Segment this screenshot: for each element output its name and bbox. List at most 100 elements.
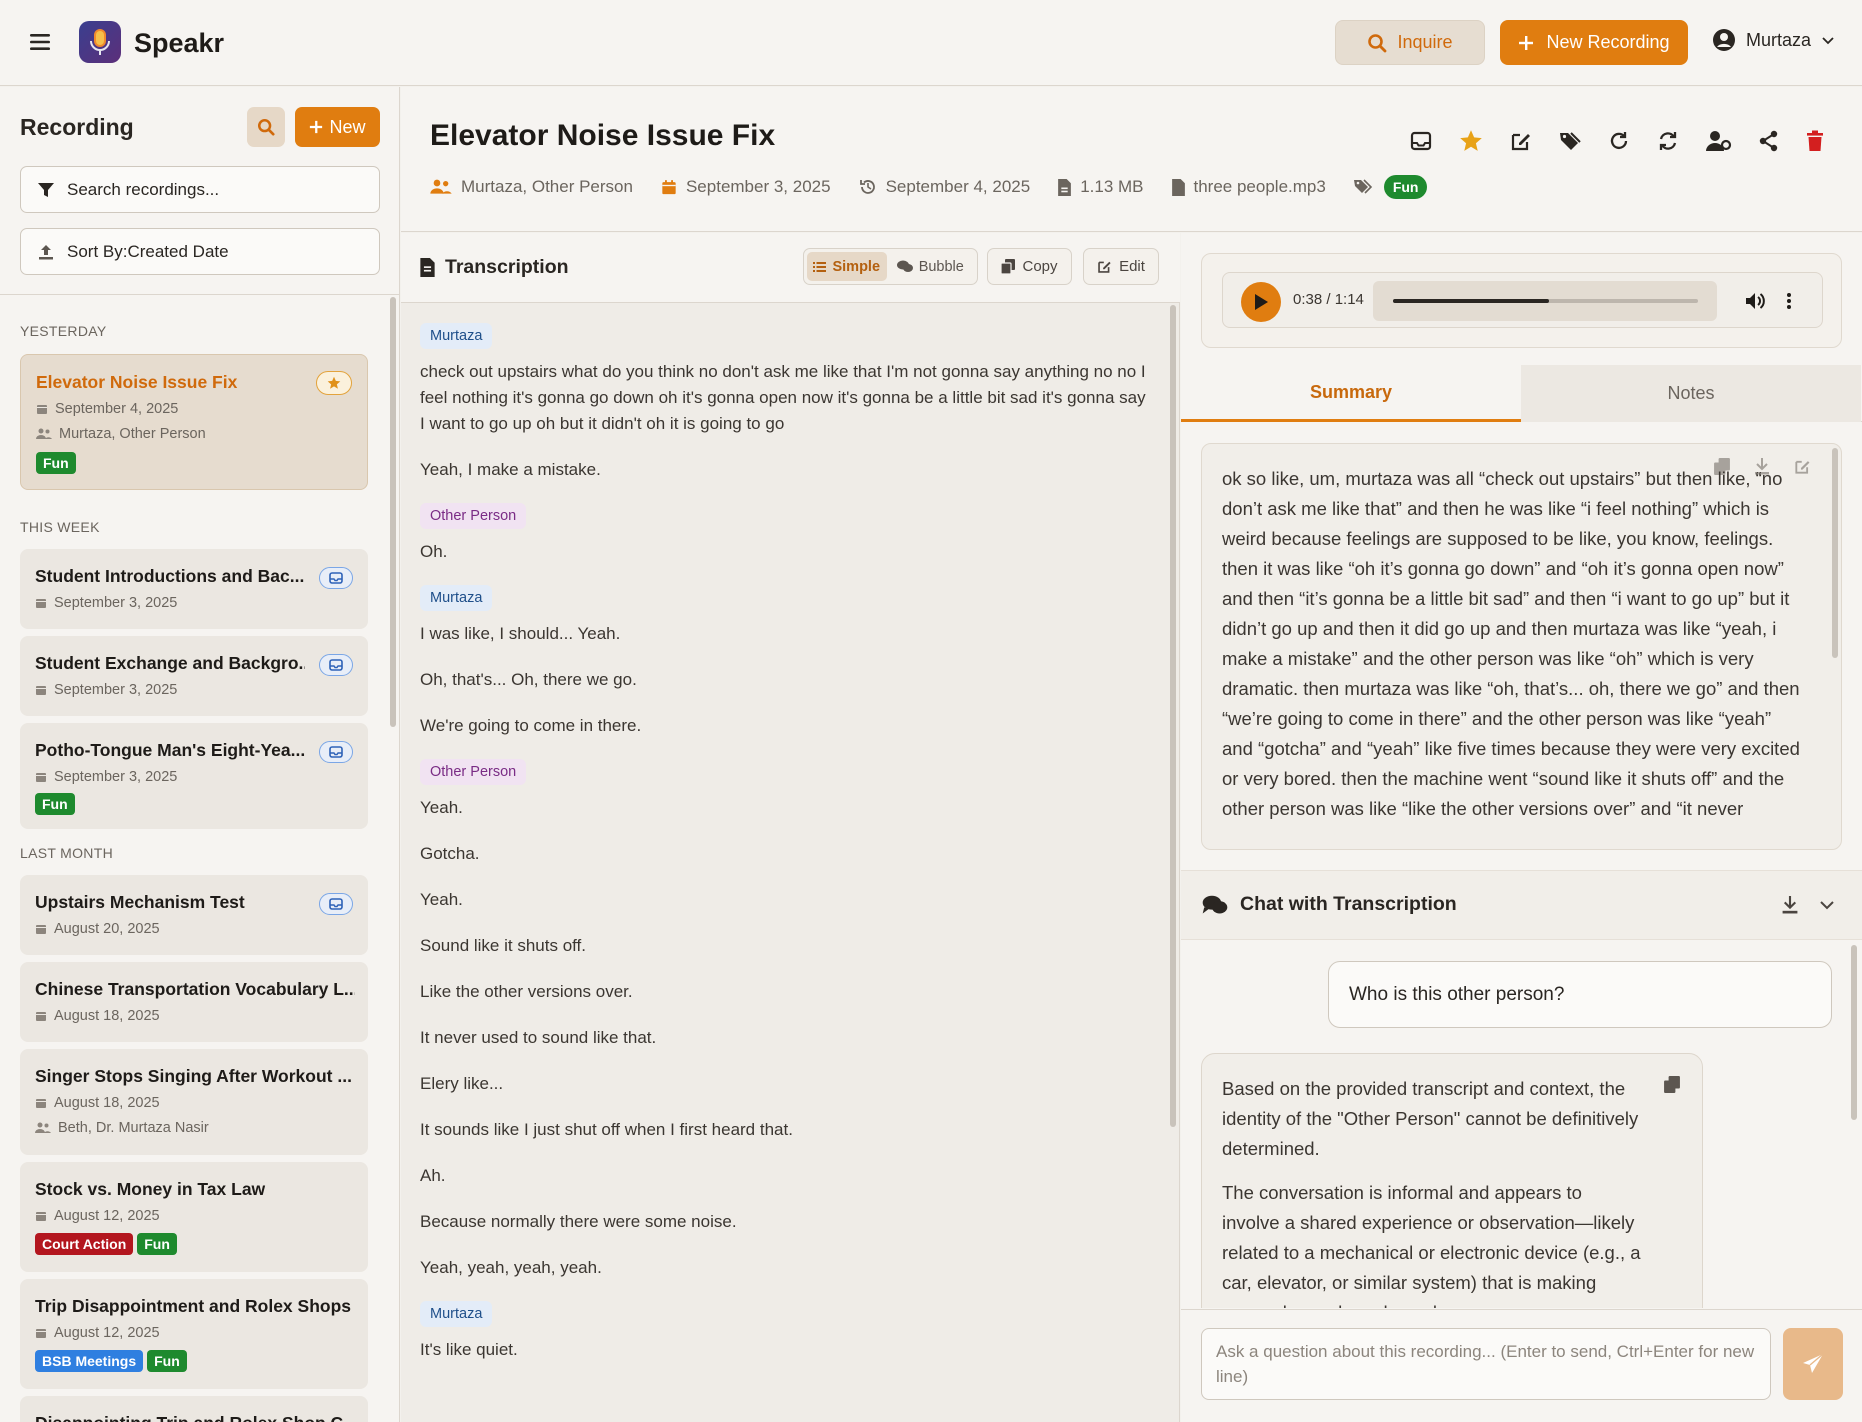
inbox-icon[interactable] [1410, 131, 1432, 151]
sort-label: Sort By:Created Date [67, 241, 229, 261]
view-bubble-button[interactable]: Bubble [887, 252, 974, 281]
tag-court-action[interactable]: Court Action [35, 1233, 134, 1255]
calendar-icon [35, 1097, 47, 1109]
calendar-icon [36, 403, 48, 415]
comments-icon [1202, 895, 1228, 915]
chat-scrollbar[interactable] [1851, 945, 1857, 1120]
inquire-label: Inquire [1397, 32, 1453, 52]
transcription-panel: Transcription Simple Bubble Copy Edit Mu… [401, 233, 1180, 1422]
recording-tags: Fun [35, 793, 79, 815]
tag-fun[interactable]: Fun [147, 1350, 187, 1372]
tag-fun[interactable]: Fun [137, 1233, 177, 1255]
audio-player: 0:38 / 1:14 [1222, 272, 1823, 328]
edit-button[interactable]: Edit [1083, 248, 1159, 285]
view-toggle: Simple Bubble [803, 248, 978, 285]
right-panel: 0:38 / 1:14 Summary Notes ok so like, um… [1181, 233, 1862, 1422]
chat-input-bar: Ask a question about this recording... (… [1181, 1309, 1862, 1422]
sidebar-scrollbar[interactable] [390, 297, 396, 727]
trash-icon[interactable] [1806, 130, 1824, 152]
recording-tags: Court Action Fun [35, 1233, 181, 1255]
summary-box: ok so like, um, murtaza was all “check o… [1201, 443, 1842, 850]
recording-title: Trip Disappointment and Rolex Shops [35, 1296, 351, 1316]
recording-date: August 20, 2025 [35, 921, 160, 937]
user-menu[interactable]: Murtaza [1712, 28, 1835, 52]
list-icon [813, 261, 827, 273]
recording-card[interactable]: Elevator Noise Issue Fix September 4, 20… [20, 354, 368, 490]
tag-icon[interactable] [1559, 130, 1581, 152]
tag-fun[interactable]: Fun [1383, 175, 1428, 199]
calendar-icon [35, 597, 47, 609]
plus-icon [1518, 35, 1534, 51]
recording-card[interactable]: Potho-Tongue Man's Eight-Yea... Septembe… [20, 723, 368, 829]
sort-field[interactable]: Sort By:Created Date [20, 228, 380, 275]
sidebar-search-button[interactable] [247, 107, 285, 147]
transcript-line: It sounds like I just shut off when I fi… [420, 1120, 793, 1139]
recording-title: Elevator Noise Issue Fix [36, 372, 238, 392]
group-label-last-month: LAST MONTH [20, 845, 113, 861]
tab-notes[interactable]: Notes [1521, 365, 1861, 422]
transcript-line: Oh, that's... Oh, there we go. [420, 670, 637, 689]
transcript-line: Yeah, yeah, yeah, yeah. [420, 1258, 602, 1277]
inbox-icon [319, 893, 353, 915]
search-recordings-placeholder: Search recordings... [67, 179, 220, 199]
transcript-line: Sound like it shuts off. [420, 936, 587, 955]
seek-bar[interactable] [1373, 281, 1717, 321]
copy-button[interactable]: Copy [987, 248, 1072, 285]
recording-date: August 18, 2025 [35, 1095, 160, 1111]
calendar-icon [35, 923, 47, 935]
menu-icon[interactable] [28, 30, 52, 54]
star-icon[interactable] [1459, 129, 1483, 153]
recording-people: Murtaza, Other Person [36, 426, 206, 442]
view-simple-button[interactable]: Simple [807, 252, 887, 281]
sidebar-title: Recording [20, 114, 134, 140]
search-recordings-field[interactable]: Search recordings... [20, 166, 380, 213]
transcript-block: Murtaza I was like, I should... Yeah. Oh… [420, 585, 1155, 739]
sidebar: Recording New Search recordings... Sort … [0, 87, 400, 1422]
play-button[interactable] [1241, 282, 1281, 322]
user-avatar-icon [1712, 28, 1736, 52]
sidebar-new-button[interactable]: New [295, 107, 380, 147]
inquire-button[interactable]: Inquire [1335, 20, 1485, 65]
chat-input[interactable]: Ask a question about this recording... (… [1201, 1328, 1771, 1400]
recording-card[interactable]: Upstairs Mechanism Test August 20, 2025 [20, 875, 368, 955]
tag-fun[interactable]: Fun [36, 452, 76, 474]
chevron-down-icon [1821, 33, 1835, 47]
transcription-scrollbar[interactable] [1170, 305, 1176, 1127]
redo-icon[interactable] [1608, 130, 1630, 152]
tag-fun[interactable]: Fun [35, 793, 75, 815]
top-bar: Speakr Inquire New Recording Murtaza [0, 0, 1862, 86]
recording-card[interactable]: Disappointing Trip and Rolex Shop C... [20, 1396, 368, 1422]
recording-card[interactable]: Trip Disappointment and Rolex Shops Augu… [20, 1279, 368, 1389]
user-message: Who is this other person? [1328, 961, 1832, 1028]
share-icon[interactable] [1759, 130, 1779, 152]
new-recording-button[interactable]: New Recording [1500, 20, 1688, 65]
calendar-icon [35, 684, 47, 696]
user-settings-icon[interactable] [1706, 130, 1732, 152]
recording-card[interactable]: Singer Stops Singing After Workout ... A… [20, 1049, 368, 1155]
transcript-block: Other Person Oh. [420, 503, 1155, 565]
chevron-down-icon[interactable] [1818, 898, 1836, 912]
recording-title: Disappointing Trip and Rolex Shop C... [35, 1413, 355, 1422]
sync-icon[interactable] [1657, 130, 1679, 152]
star-icon [316, 371, 352, 395]
recording-card[interactable]: Student Exchange and Backgro... Septembe… [20, 636, 368, 716]
more-options-icon[interactable] [1786, 292, 1792, 310]
edit-icon[interactable] [1510, 130, 1532, 152]
volume-icon[interactable] [1745, 292, 1765, 310]
recording-card[interactable]: Stock vs. Money in Tax Law August 12, 20… [20, 1162, 368, 1272]
download-icon[interactable] [1781, 896, 1799, 914]
copy-icon[interactable] [1664, 1076, 1680, 1093]
meta-tags: Fun [1353, 175, 1432, 199]
recording-card[interactable]: Student Introductions and Bac... Septemb… [20, 549, 368, 629]
send-button[interactable] [1783, 1328, 1843, 1400]
summary-scrollbar[interactable] [1832, 448, 1838, 658]
tag-bsb-meetings[interactable]: BSB Meetings [35, 1350, 144, 1372]
speaker-label: Murtaza [420, 323, 493, 349]
history-icon [859, 178, 877, 196]
recording-card[interactable]: Chinese Transportation Vocabulary L... A… [20, 962, 368, 1042]
recording-tags: BSB Meetings Fun [35, 1350, 191, 1372]
tab-summary[interactable]: Summary [1181, 365, 1521, 422]
edit-icon [1097, 259, 1112, 274]
transcript-line: check out upstairs what do you think no … [420, 362, 1146, 433]
chat-header[interactable]: Chat with Transcription [1181, 870, 1862, 940]
